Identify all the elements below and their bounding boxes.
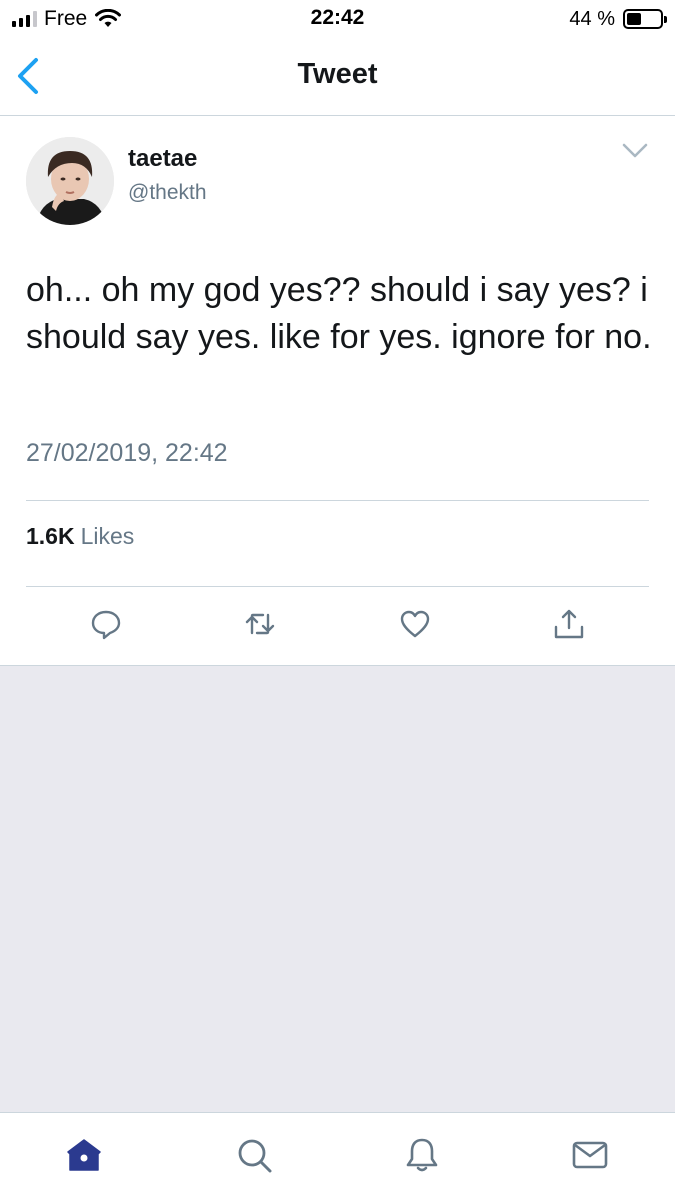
divider — [26, 586, 649, 587]
navigation-bar: Tweet — [0, 38, 675, 116]
display-name[interactable]: taetae — [128, 145, 197, 173]
avatar-photo — [26, 137, 114, 225]
notifications-icon[interactable] — [402, 1135, 442, 1175]
user-handle[interactable]: @thekth — [128, 181, 207, 205]
likes-count: 1.6K — [26, 523, 75, 549]
home-icon[interactable] — [64, 1135, 104, 1175]
battery-icon — [623, 9, 667, 29]
share-icon[interactable] — [552, 607, 586, 641]
search-icon[interactable] — [234, 1135, 274, 1175]
divider — [26, 500, 649, 501]
status-bar: Free 22:42 44 % — [0, 0, 675, 38]
tweet-timestamp: 27/02/2019, 22:42 — [26, 439, 228, 467]
reply-icon[interactable] — [89, 607, 123, 641]
avatar[interactable] — [26, 137, 114, 225]
tab-bar — [0, 1112, 675, 1200]
empty-replies-area — [0, 666, 675, 1112]
battery-fill — [627, 13, 642, 25]
likes-stat[interactable]: 1.6K Likes — [26, 523, 134, 550]
messages-icon[interactable] — [570, 1135, 610, 1175]
battery-percentage: 44 % — [569, 7, 615, 30]
page-title: Tweet — [297, 58, 378, 90]
likes-label: Likes — [80, 523, 135, 549]
tweet-actions — [0, 607, 675, 647]
like-icon[interactable] — [398, 607, 432, 641]
retweet-icon[interactable] — [243, 607, 277, 641]
tweet-detail: taetae @thekth oh... oh my god yes?? sho… — [0, 117, 675, 666]
status-bar-right: 44 % — [569, 6, 667, 32]
chevron-down-icon[interactable] — [621, 141, 649, 161]
tweet-text: oh... oh my god yes?? should i say yes? … — [26, 271, 652, 356]
